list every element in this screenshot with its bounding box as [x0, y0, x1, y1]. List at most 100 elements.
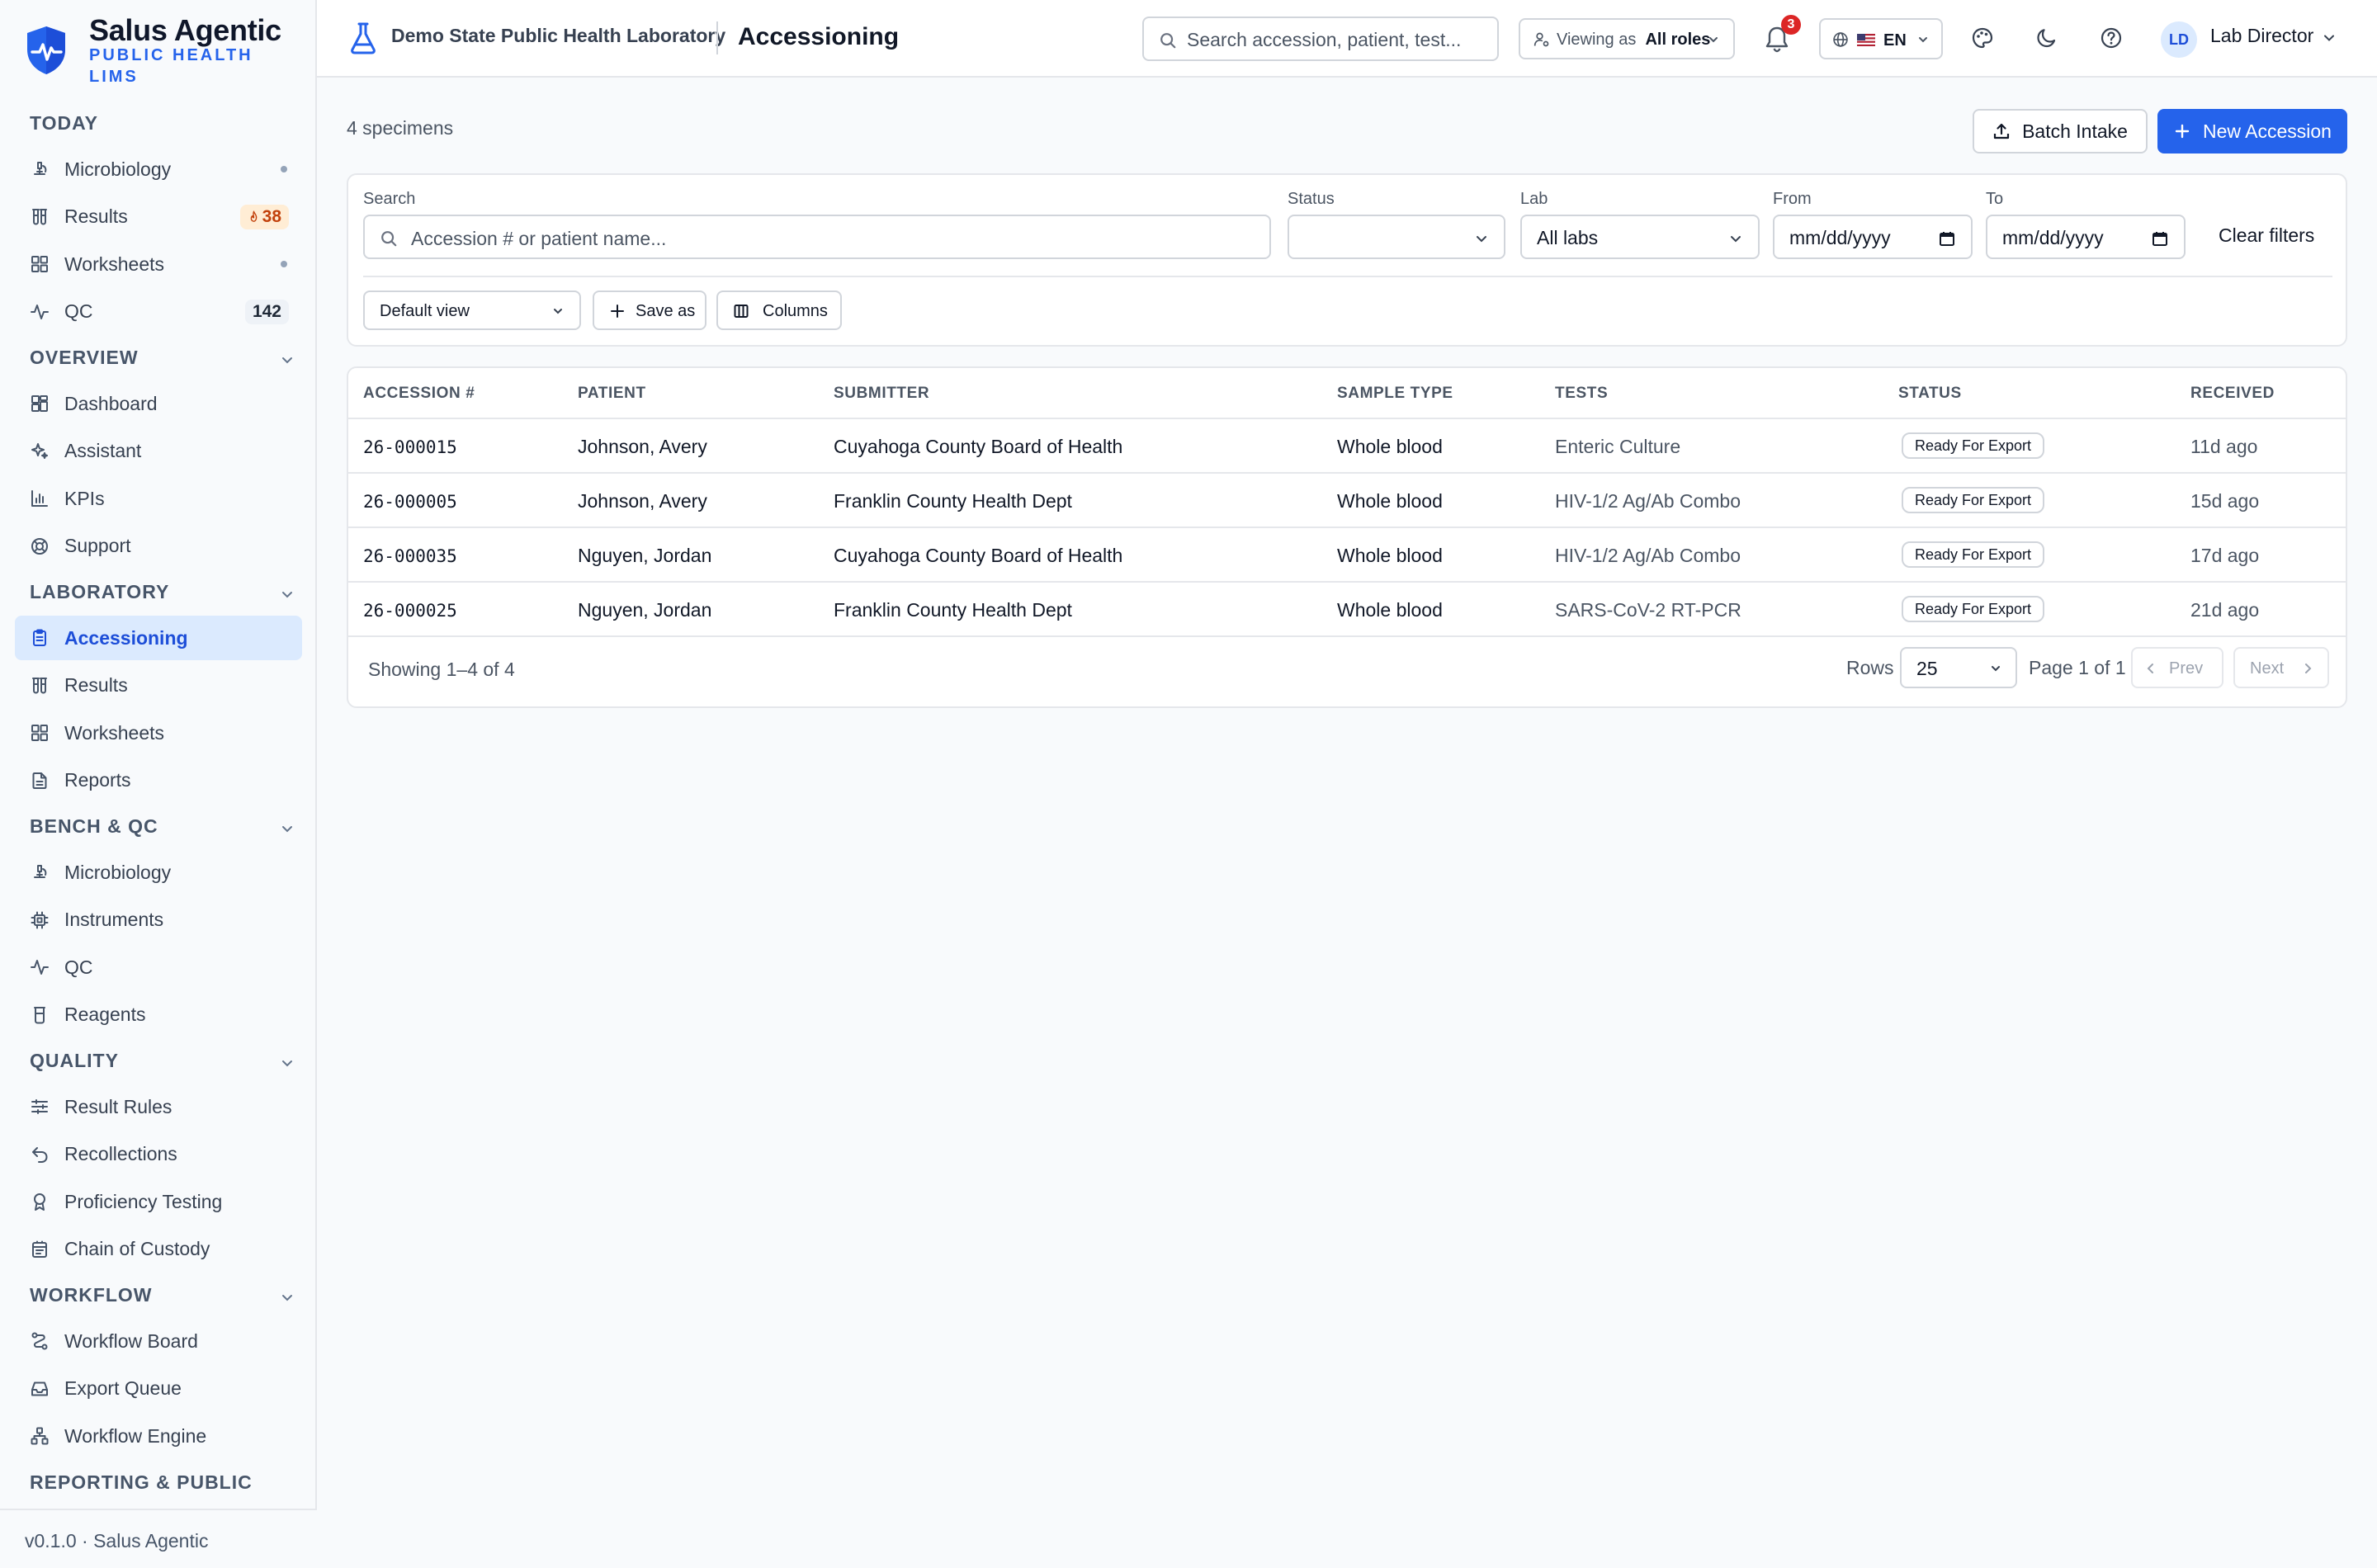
sidebar-item-accessioning[interactable]: Accessioning [15, 616, 302, 660]
palette-icon[interactable] [1971, 26, 1994, 50]
topbar: Demo State Public Health Laboratory Acce… [317, 0, 2377, 78]
columns-button[interactable]: Columns [716, 290, 842, 330]
sidebar-item-label: Instruments [64, 909, 164, 930]
column-header-submitter[interactable]: SUBMITTER [834, 385, 929, 403]
sidebar-item-qc[interactable]: QC [15, 945, 302, 989]
sidebar-item-support[interactable]: Support [15, 524, 302, 569]
table-row[interactable]: 26-000005 Johnson, Avery Franklin County H… [348, 474, 2346, 528]
lab-select[interactable]: All labs [1520, 215, 1760, 259]
section-header-bench-qc[interactable]: BENCH & QC [30, 815, 302, 843]
sidebar-item-instruments[interactable]: Instruments [15, 898, 302, 942]
help-circle-icon[interactable] [2100, 26, 2123, 50]
chevron-down-icon [1709, 37, 1718, 43]
sidebar-item-label: Results [64, 674, 128, 696]
clear-filters-button[interactable]: Clear filters [2219, 224, 2314, 247]
rows-per-page-select[interactable]: 25 [1900, 647, 2017, 688]
column-header-status[interactable]: STATUS [1898, 385, 1962, 403]
avatar[interactable]: LD [2161, 21, 2197, 58]
sidebar-item-label: Results [64, 205, 128, 227]
sidebar-item-label: Result Rules [64, 1095, 172, 1117]
column-header-patient[interactable]: PATIENT [578, 385, 646, 403]
table-row[interactable]: 26-000025 Nguyen, Jordan Franklin County H… [348, 583, 2346, 637]
cell-sample-type: Whole blood [1337, 490, 1443, 512]
cell-sample-type: Whole blood [1337, 599, 1443, 621]
sidebar-item-microbiology[interactable]: Microbiology [15, 147, 302, 191]
badge-count: 38 [262, 206, 281, 226]
cell-received: 21d ago [2190, 599, 2260, 621]
cell-tests: HIV-1/2 Ag/Ab Combo [1555, 545, 1741, 566]
calendar-icon[interactable] [1938, 229, 1956, 248]
column-header-accession[interactable]: ACCESSION # [363, 385, 475, 403]
section-header-laboratory[interactable]: LABORATORY [30, 581, 302, 609]
section-header-overview[interactable]: OVERVIEW [30, 347, 302, 375]
moon-icon[interactable] [2035, 26, 2058, 50]
viewing-as-dropdown[interactable]: Viewing as All roles [1519, 18, 1735, 59]
global-search[interactable] [1142, 17, 1499, 61]
sidebar-item-label: Reagents [64, 1004, 146, 1025]
cell-accession[interactable]: 26-000035 [363, 546, 457, 566]
sidebar-item-assistant[interactable]: Assistant [15, 429, 302, 474]
prev-page-button[interactable]: Prev [2131, 647, 2223, 688]
sidebar-item-label: Accessioning [64, 626, 188, 649]
sidebar-item-label: Worksheets [64, 253, 165, 275]
sidebar-item-label: Chain of Custody [64, 1238, 210, 1259]
sidebar-item-kpis[interactable]: KPIs [15, 476, 302, 521]
from-date-input[interactable]: mm/dd/yyyy [1773, 215, 1973, 259]
sidebar-item-results[interactable]: Results [15, 664, 302, 708]
section-header-workflow[interactable]: WORKFLOW [30, 1284, 302, 1312]
table-row[interactable]: 26-000015 Johnson, Avery Cuyahoga County B… [348, 419, 2346, 474]
sidebar-item-export-queue[interactable]: Export Queue [15, 1367, 302, 1411]
sidebar-item-worksheets[interactable]: Worksheets [15, 242, 302, 286]
sidebar-item-microbiology[interactable]: Microbiology [15, 850, 302, 895]
chevron-down-icon[interactable] [2321, 30, 2337, 46]
sidebar-item-workflow-board[interactable]: Workflow Board [15, 1319, 302, 1363]
section-title: TODAY [30, 112, 98, 134]
calendar-icon[interactable] [2151, 229, 2169, 248]
new-accession-button[interactable]: New Accession [2157, 109, 2347, 153]
status-select[interactable] [1288, 215, 1505, 259]
section-title: BENCH & QC [30, 815, 158, 837]
award-icon [34, 1193, 45, 1211]
save-as-button[interactable]: Save as [593, 290, 706, 330]
lab-name[interactable]: Demo State Public Health Laboratory [391, 25, 725, 47]
sidebar-item-recollections[interactable]: Recollections [15, 1132, 302, 1177]
sidebar-item-workflow-engine[interactable]: Workflow Engine [15, 1414, 302, 1458]
sidebar-item-result-rules[interactable]: Result Rules [15, 1084, 302, 1129]
column-header-received[interactable]: RECEIVED [2190, 385, 2275, 403]
sidebar-item-results[interactable]: Results 38 [15, 195, 302, 239]
section-header-quality[interactable]: QUALITY [30, 1050, 302, 1078]
next-page-button[interactable]: Next [2233, 647, 2329, 688]
sidebar-item-label: QC [64, 956, 93, 978]
table-row[interactable]: 26-000035 Nguyen, Jordan Cuyahoga County B… [348, 528, 2346, 583]
to-date-label: To [1986, 190, 2004, 208]
column-header-tests[interactable]: TESTS [1555, 385, 1608, 403]
sidebar-item-label: Microbiology [64, 861, 172, 883]
section-header-reporting-public[interactable]: REPORTING & PUBLIC [30, 1471, 302, 1500]
us-flag-icon [1857, 34, 1875, 46]
search-field[interactable]: Accession # or patient name... [363, 215, 1271, 259]
sidebar-item-label: Reports [64, 769, 131, 791]
cell-accession[interactable]: 26-000015 [363, 437, 457, 457]
plus-icon [611, 305, 624, 318]
saved-view-select[interactable]: Default view [363, 290, 581, 330]
chevron-down-icon [1477, 236, 1486, 243]
sidebar-item-proficiency-testing[interactable]: Proficiency Testing [15, 1179, 302, 1224]
batch-intake-button[interactable]: Batch Intake [1973, 109, 2148, 153]
sidebar-item-dashboard[interactable]: Dashboard [15, 381, 302, 426]
cell-accession[interactable]: 26-000005 [363, 492, 457, 512]
sidebar-item-chain-of-custody[interactable]: Chain of Custody [15, 1227, 302, 1272]
cell-received: 17d ago [2190, 545, 2260, 566]
sidebar-item-reports[interactable]: Reports [15, 758, 302, 803]
cell-accession[interactable]: 26-000025 [363, 601, 457, 621]
language-dropdown[interactable]: EN [1819, 18, 1943, 59]
to-date-input[interactable]: mm/dd/yyyy [1986, 215, 2186, 259]
global-search-input[interactable] [1187, 26, 1484, 53]
user-name[interactable]: Lab Director [2210, 25, 2313, 47]
chevron-down-icon [554, 309, 562, 314]
brand[interactable]: Salus Agentic PUBLIC HEALTH LIMS [25, 12, 305, 91]
status-badge: Ready For Export [1902, 487, 2045, 513]
sidebar-item-qc[interactable]: QC 142 [15, 290, 302, 334]
sidebar-item-worksheets[interactable]: Worksheets [15, 711, 302, 755]
sidebar-item-reagents[interactable]: Reagents [15, 993, 302, 1037]
column-header-sample-type[interactable]: SAMPLE TYPE [1337, 385, 1453, 403]
